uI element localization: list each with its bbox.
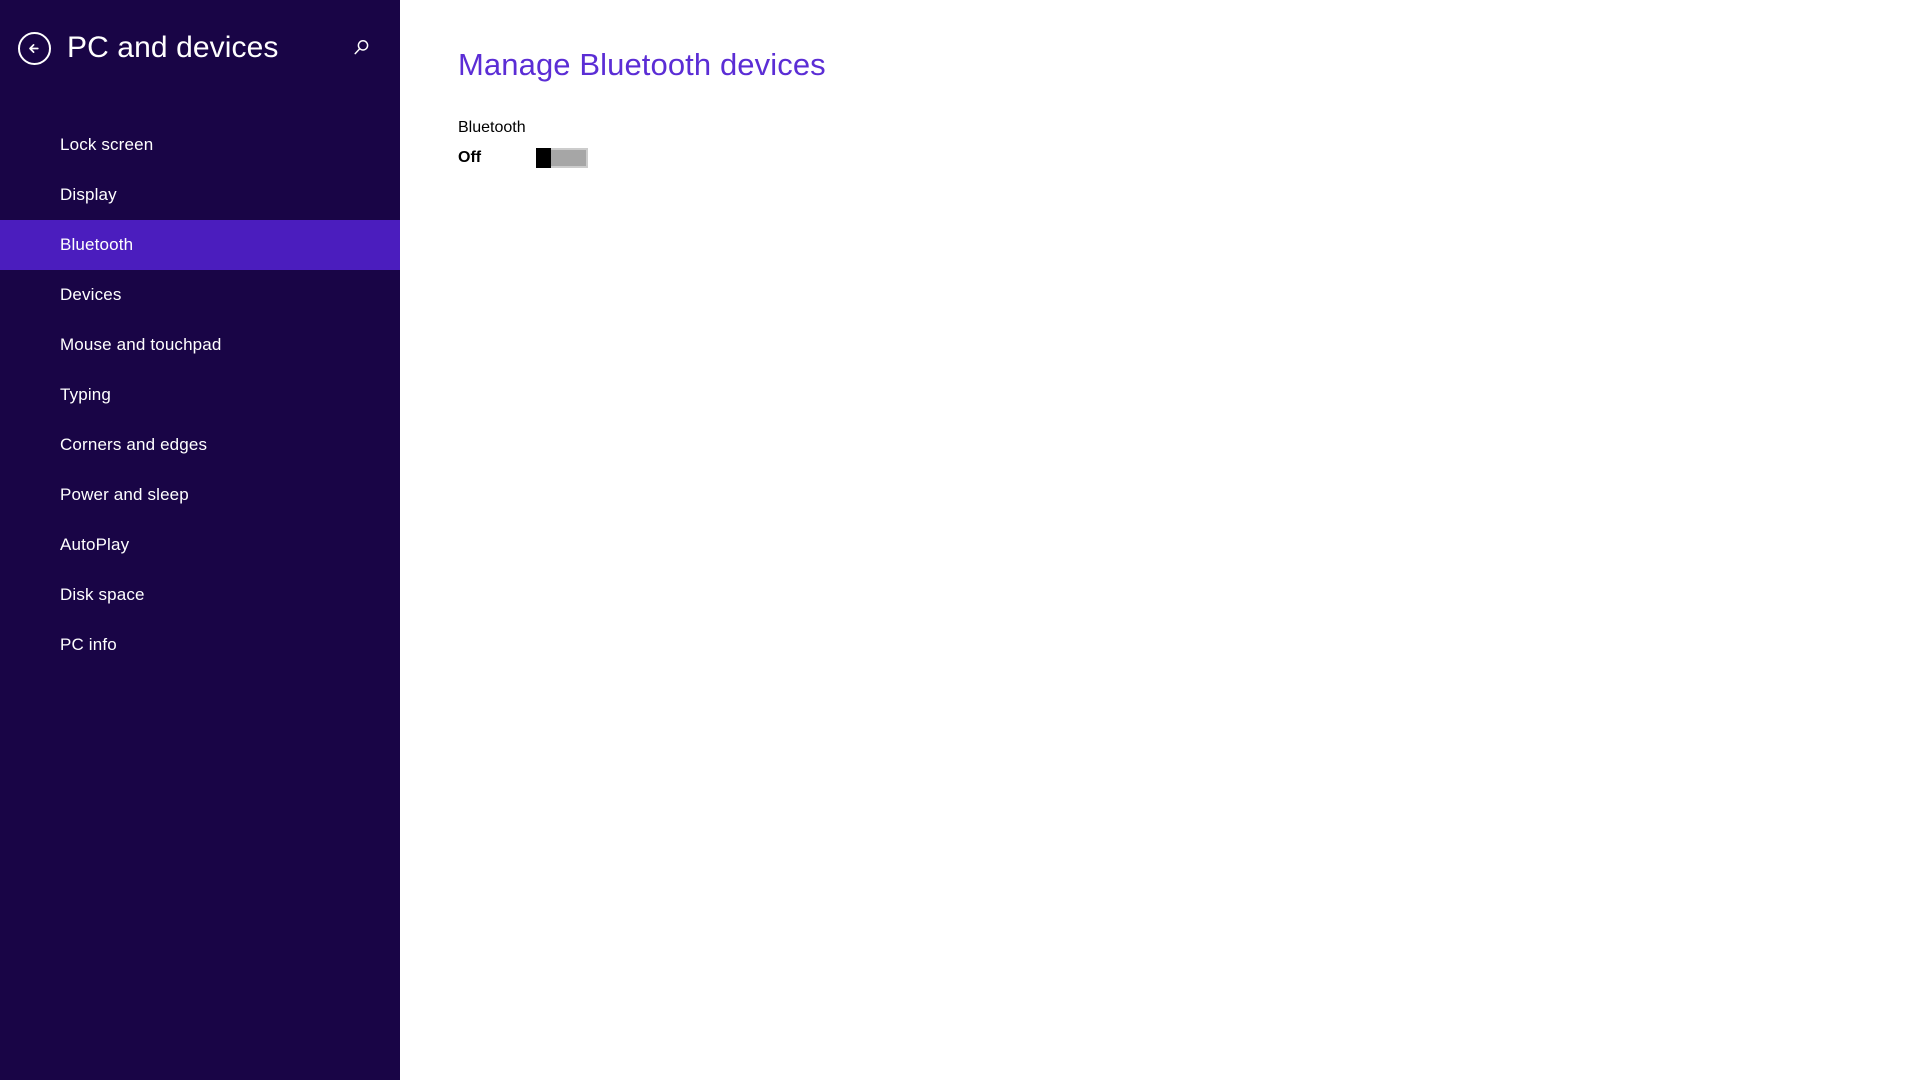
sidebar-item-devices[interactable]: Devices: [0, 270, 400, 320]
bluetooth-state-label: Off: [458, 148, 482, 166]
sidebar-item-label: Bluetooth: [60, 235, 134, 254]
back-arrow-circle-icon[interactable]: [18, 31, 51, 65]
bluetooth-toggle-row: Off: [458, 147, 1920, 168]
sidebar-item-label: PC info: [60, 635, 117, 654]
settings-app: PC and devices Lock screen Display Bluet…: [0, 0, 1920, 1080]
sidebar-item-label: Corners and edges: [60, 435, 208, 454]
sidebar-item-autoplay[interactable]: AutoPlay: [0, 520, 400, 570]
sidebar-item-label: AutoPlay: [60, 535, 130, 554]
sidebar-item-label: Power and sleep: [60, 485, 189, 504]
sidebar-item-bluetooth[interactable]: Bluetooth: [0, 220, 400, 270]
sidebar-item-display[interactable]: Display: [0, 170, 400, 220]
sidebar-item-label: Mouse and touchpad: [60, 335, 222, 354]
sidebar-item-typing[interactable]: Typing: [0, 370, 400, 420]
search-icon[interactable]: [348, 35, 374, 61]
sidebar-item-label: Lock screen: [60, 135, 154, 154]
bluetooth-setting-block: Bluetooth Off: [458, 118, 1920, 168]
content-pane: Manage Bluetooth devices Bluetooth Off: [400, 0, 1920, 1080]
sidebar-item-power-and-sleep[interactable]: Power and sleep: [0, 470, 400, 520]
sidebar-item-mouse-and-touchpad[interactable]: Mouse and touchpad: [0, 320, 400, 370]
sidebar-item-label: Typing: [60, 385, 111, 404]
bluetooth-label: Bluetooth: [458, 119, 526, 137]
sidebar-item-label: Display: [60, 185, 117, 204]
page-title: PC and devices: [67, 31, 279, 64]
toggle-thumb: [536, 147, 551, 168]
sidebar-item-lock-screen[interactable]: Lock screen: [0, 120, 400, 170]
sidebar-item-label: Devices: [60, 285, 122, 304]
sidebar-item-corners-and-edges[interactable]: Corners and edges: [0, 420, 400, 470]
sidebar-item-label: Disk space: [60, 585, 145, 604]
bluetooth-toggle-switch[interactable]: [536, 147, 588, 168]
content-page-title: Manage Bluetooth devices: [458, 47, 826, 82]
sidebar-header: PC and devices: [0, 0, 400, 96]
sidebar-nav-list: Lock screen Display Bluetooth Devices Mo…: [0, 120, 400, 670]
sidebar-item-disk-space[interactable]: Disk space: [0, 570, 400, 620]
sidebar-item-pc-info[interactable]: PC info: [0, 620, 400, 670]
sidebar: PC and devices Lock screen Display Bluet…: [0, 0, 400, 1080]
